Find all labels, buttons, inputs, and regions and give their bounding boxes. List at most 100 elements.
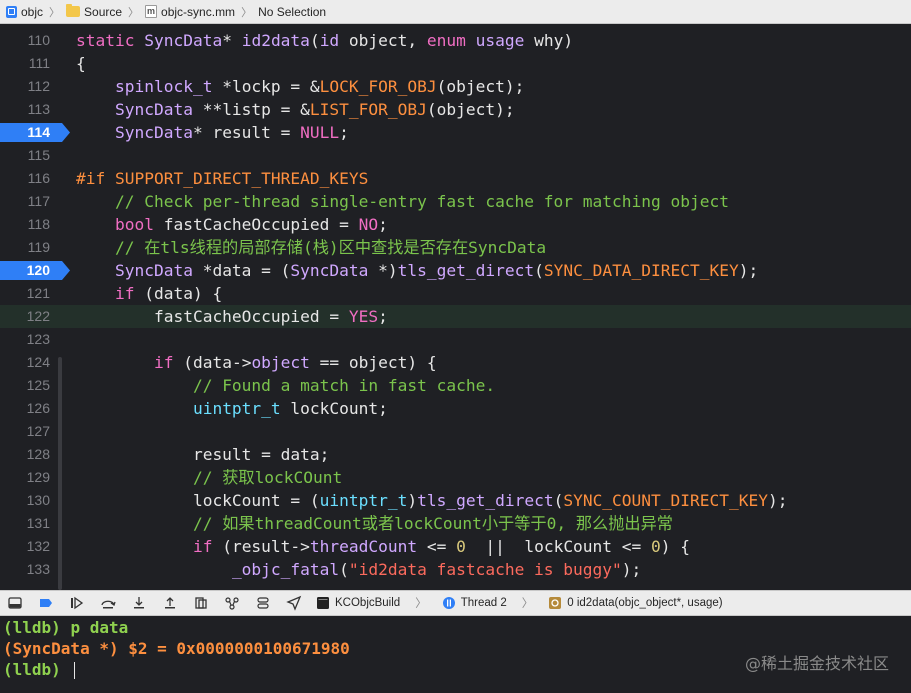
line-number[interactable]: 129 <box>0 466 50 489</box>
code-text[interactable]: // 如果threadCount或者lockCount小于等于0, 那么抛出异常 <box>76 512 673 535</box>
debug-thread-crumb[interactable]: Thread 2 <box>442 596 507 610</box>
line-number[interactable]: 124 <box>0 351 50 374</box>
line-number[interactable]: 122 <box>0 305 50 328</box>
code-token: == object) { <box>309 353 437 372</box>
code-text[interactable]: // 在tls线程的局部存储(栈)区中查找是否存在SyncData <box>76 236 546 259</box>
console-input-line[interactable]: (lldb) <box>3 659 76 680</box>
jumpbar-project[interactable]: objc <box>6 5 43 19</box>
code-line[interactable]: 125 // Found a match in fast cache. <box>0 374 911 397</box>
line-number[interactable]: 120 <box>0 259 50 282</box>
code-line[interactable]: 117 // Check per-thread single-entry fas… <box>0 190 911 213</box>
line-number[interactable]: 131 <box>0 512 50 535</box>
code-text[interactable]: // Found a match in fast cache. <box>76 374 495 397</box>
code-line[interactable]: 116 #if SUPPORT_DIRECT_THREAD_KEYS <box>0 167 911 190</box>
code-line[interactable]: 111 { <box>0 52 911 75</box>
code-line[interactable]: 128 result = data; <box>0 443 911 466</box>
code-token: uintptr_t <box>319 491 408 510</box>
debug-frame-crumb[interactable]: 0 id2data(objc_object*, usage) <box>548 596 723 610</box>
lldb-console[interactable]: (lldb) p data (SyncData *) $2 = 0x000000… <box>0 616 911 693</box>
code-line[interactable]: 124 if (data->object == object) { <box>0 351 911 374</box>
code-line[interactable]: 123 <box>0 328 911 351</box>
code-text[interactable]: static SyncData* id2data(id object, enum… <box>76 29 573 52</box>
code-line[interactable]: 113 SyncData **listp = &LIST_FOR_OBJ(obj… <box>0 98 911 121</box>
step-over-button[interactable] <box>99 594 117 612</box>
code-line[interactable]: 110 static SyncData* id2data(id object, e… <box>0 29 911 52</box>
jumpbar-folder[interactable]: Source <box>66 4 122 19</box>
code-line[interactable]: 114 SyncData* result = NULL; <box>0 121 911 144</box>
code-text[interactable]: SyncData* result = NULL; <box>76 121 349 144</box>
view-hierarchy-button[interactable] <box>192 594 210 612</box>
code-text[interactable]: fastCacheOccupied = YES; <box>76 305 388 328</box>
line-number[interactable]: 128 <box>0 443 50 466</box>
code-text[interactable]: if (result->threadCount <= 0 || lockCoun… <box>76 535 690 558</box>
code-line[interactable]: 132 if (result->threadCount <= 0 || lock… <box>0 535 911 558</box>
code-line[interactable]: 133 _objc_fatal("id2data fastcache is bu… <box>0 558 911 581</box>
code-text[interactable]: bool fastCacheOccupied = NO; <box>76 213 388 236</box>
line-number[interactable]: 114 <box>0 121 50 144</box>
code-line[interactable]: 122 fastCacheOccupied = YES; <box>0 305 911 328</box>
code-line[interactable]: 131 // 如果threadCount或者lockCount小于等于0, 那么… <box>0 512 911 535</box>
console-line: (lldb) p data <box>3 617 128 638</box>
code-line[interactable]: 129 // 获取lockCOunt <box>0 466 911 489</box>
code-line[interactable]: 112 spinlock_t *lockp = &LOCK_FOR_OBJ(ob… <box>0 75 911 98</box>
code-token: _objc_fatal <box>231 560 340 579</box>
continue-button[interactable] <box>68 594 86 612</box>
code-text[interactable]: if (data) { <box>76 282 222 305</box>
code-line[interactable]: 119 // 在tls线程的局部存储(栈)区中查找是否存在SyncData <box>0 236 911 259</box>
code-text[interactable]: { <box>76 52 86 75</box>
code-token: * <box>222 31 242 50</box>
line-number[interactable]: 130 <box>0 489 50 512</box>
line-number[interactable]: 125 <box>0 374 50 397</box>
code-text[interactable]: result = data; <box>76 443 329 466</box>
environment-overrides-button[interactable] <box>254 594 272 612</box>
code-token: * result = <box>192 123 301 142</box>
code-text[interactable]: _objc_fatal("id2data fastcache is buggy"… <box>76 558 641 581</box>
code-token: #if SUPPORT_DIRECT_THREAD_KEYS <box>76 169 369 188</box>
code-line[interactable]: 130 lockCount = (uintptr_t)tls_get_direc… <box>0 489 911 512</box>
step-into-button[interactable] <box>130 594 148 612</box>
line-number[interactable]: 121 <box>0 282 50 305</box>
code-line[interactable]: 121 if (data) { <box>0 282 911 305</box>
code-text[interactable]: // 获取lockCOunt <box>76 466 342 489</box>
simulate-location-button[interactable] <box>285 594 303 612</box>
line-number[interactable]: 112 <box>0 75 50 98</box>
line-number[interactable]: 113 <box>0 98 50 121</box>
line-number[interactable]: 133 <box>0 558 50 581</box>
breakpoints-toggle-button[interactable] <box>37 594 55 612</box>
line-number[interactable]: 117 <box>0 190 50 213</box>
code-text[interactable]: spinlock_t *lockp = &LOCK_FOR_OBJ(object… <box>76 75 524 98</box>
code-token: if <box>153 353 174 372</box>
code-text[interactable]: if (data->object == object) { <box>76 351 437 374</box>
code-line[interactable]: 127 <box>0 420 911 443</box>
code-editor[interactable]: 110 static SyncData* id2data(id object, e… <box>0 24 911 590</box>
code-text[interactable]: #if SUPPORT_DIRECT_THREAD_KEYS <box>76 167 368 190</box>
jumpbar-project-label: objc <box>21 4 44 19</box>
jumpbar-selection[interactable]: No Selection <box>258 5 326 19</box>
line-number[interactable]: 118 <box>0 213 50 236</box>
code-text[interactable]: lockCount = (uintptr_t)tls_get_direct(SY… <box>76 489 788 512</box>
jumpbar-file[interactable]: m objc-sync.mm <box>145 5 235 19</box>
code-line[interactable]: 118 bool fastCacheOccupied = NO; <box>0 213 911 236</box>
code-line[interactable]: 126 uintptr_t lockCount; <box>0 397 911 420</box>
line-number[interactable]: 126 <box>0 397 50 420</box>
hide-debug-area-button[interactable] <box>6 594 24 612</box>
code-text[interactable]: SyncData **listp = &LIST_FOR_OBJ(object)… <box>76 98 515 121</box>
code-line[interactable]: 115 <box>0 144 911 167</box>
memory-graph-button[interactable] <box>223 594 241 612</box>
code-line[interactable]: 120 SyncData *data = (SyncData *)tls_get… <box>0 259 911 282</box>
line-number[interactable]: 127 <box>0 420 50 443</box>
console-command: p data <box>70 618 129 637</box>
step-out-button[interactable] <box>161 594 179 612</box>
code-text[interactable]: SyncData *data = (SyncData *)tls_get_dir… <box>76 259 758 282</box>
line-number[interactable]: 132 <box>0 535 50 558</box>
code-text[interactable]: uintptr_t lockCount; <box>76 397 388 420</box>
debug-target-crumb[interactable]: KCObjcBuild <box>316 596 400 610</box>
line-number[interactable]: 119 <box>0 236 50 259</box>
line-number[interactable]: 115 <box>0 144 50 167</box>
code-text[interactable]: // Check per-thread single-entry fast ca… <box>76 190 729 213</box>
line-number[interactable]: 110 <box>0 29 50 52</box>
line-number[interactable]: 111 <box>0 52 50 75</box>
line-number[interactable]: 123 <box>0 328 50 351</box>
line-number[interactable]: 116 <box>0 167 50 190</box>
